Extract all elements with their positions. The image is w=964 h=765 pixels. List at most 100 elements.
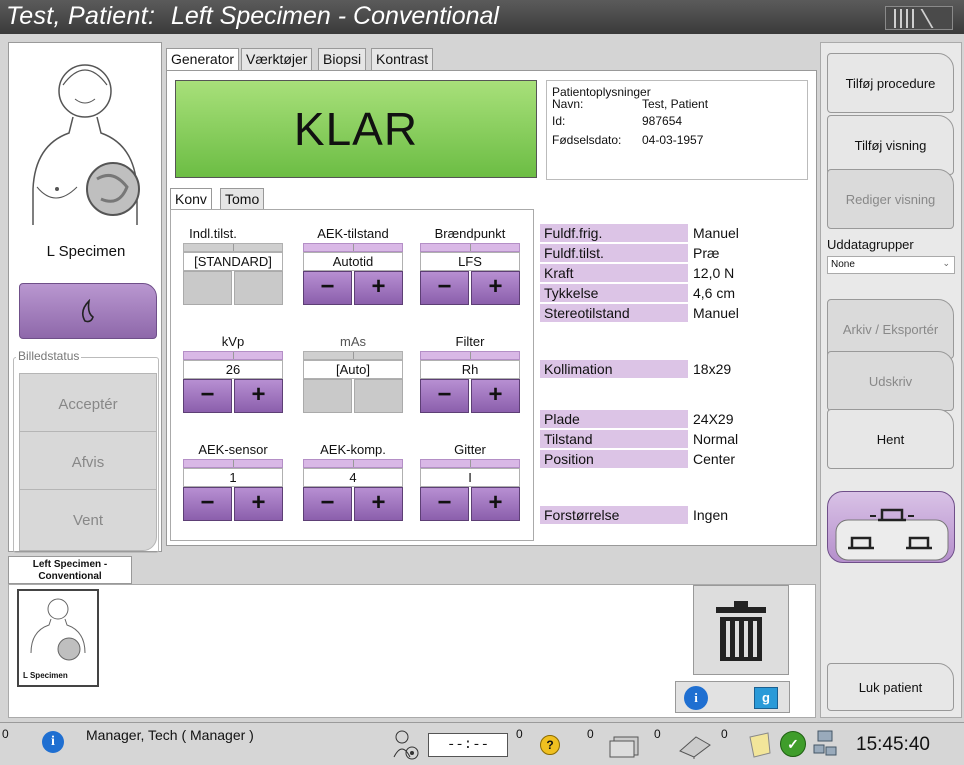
tab-tomo[interactable]: Tomo	[220, 188, 265, 210]
view-name-label: L Specimen	[46, 243, 126, 260]
setting-label: Fuldf.tilst.	[540, 244, 688, 262]
add-view-button[interactable]: Tilføj visning	[827, 115, 954, 175]
paddle-shift-button[interactable]	[827, 491, 955, 563]
print-queue-icon[interactable]	[676, 731, 712, 759]
tab-generator[interactable]: Generator	[166, 48, 240, 71]
filter-label: Filter	[455, 334, 485, 349]
pend-button[interactable]: Vent	[19, 489, 157, 551]
grid-minus-button[interactable]: −	[420, 487, 469, 521]
network-icon[interactable]	[812, 729, 838, 759]
patient-icon[interactable]	[392, 727, 424, 763]
setting-value: Præ	[693, 245, 720, 261]
exposure-timer: --:--	[428, 733, 508, 757]
kvp-plus-button[interactable]: +	[234, 379, 283, 413]
breast-view-icon	[32, 64, 140, 225]
setting-value: Center	[693, 451, 736, 467]
aec-mode-plus-button[interactable]: +	[354, 271, 403, 305]
tab-biopsy[interactable]: Biopsi	[318, 48, 367, 70]
patient-name-title: Test, Patient:	[6, 2, 156, 30]
mas-label: mAs	[340, 334, 366, 349]
left-panel: L Specimen Billedstatus Acceptér Afvis V…	[8, 42, 162, 553]
mode-label: Indl.tilst.	[189, 226, 237, 241]
output-groups-select[interactable]: None ⌄	[827, 256, 955, 274]
aec-comp-value[interactable]: 4	[303, 468, 403, 487]
count-1: 0	[516, 727, 523, 741]
thumbnail-item[interactable]: L Specimen	[17, 589, 99, 687]
reject-button[interactable]: Afvis	[19, 431, 157, 493]
aec-mode-minus-button[interactable]: −	[303, 271, 352, 305]
image-queue-icon[interactable]	[608, 731, 644, 759]
checkmark-icon[interactable]: ✓	[780, 731, 806, 757]
filter-plus-button[interactable]: +	[471, 379, 520, 413]
setting-label: Forstørrelse	[540, 506, 688, 524]
alarm-count: 0	[2, 727, 9, 741]
clock: 15:45:40	[856, 734, 930, 755]
print-button[interactable]: Udskriv	[827, 351, 954, 411]
edit-view-button[interactable]: Rediger visning	[827, 169, 954, 229]
grid-value[interactable]: I	[420, 468, 520, 487]
count-3: 0	[654, 727, 661, 741]
patient-name-label: Navn:	[552, 97, 584, 111]
user-info-icon[interactable]: i	[42, 731, 64, 753]
patient-dob-value: 04-03-1957	[642, 133, 704, 147]
archive-export-button[interactable]: Arkiv / Eksportér	[827, 299, 954, 359]
setting-value: Normal	[693, 431, 739, 447]
notes-icon[interactable]	[746, 731, 774, 759]
mode-value[interactable]: [STANDARD]	[183, 252, 283, 271]
aec-comp-minus-button[interactable]: −	[303, 487, 352, 521]
setting-label: Kollimation	[540, 360, 688, 378]
tab-contrast[interactable]: Kontrast	[371, 48, 434, 70]
patient-dob-label: Fødselsdato:	[552, 133, 622, 147]
aec-sensor-control: 1 − +	[183, 459, 283, 521]
setting-label: Tilstand	[540, 430, 688, 448]
filter-value[interactable]: Rh	[420, 360, 520, 379]
implant-toggle-button[interactable]	[19, 283, 157, 339]
setting-label: Plade	[540, 410, 688, 428]
tab-conventional[interactable]: Konv	[170, 188, 212, 210]
output-groups-value: None	[831, 259, 855, 270]
title-bar: Test, Patient: Left Specimen - Conventio…	[0, 0, 964, 34]
help-icon[interactable]: ?	[540, 735, 560, 755]
grid-plus-button[interactable]: +	[471, 487, 520, 521]
patient-name-value: Test, Patient	[642, 97, 709, 111]
kvp-control: 26 − +	[183, 351, 283, 413]
aec-mode-value[interactable]: Autotid	[303, 252, 403, 271]
current-user: Manager, Tech ( Manager )	[86, 727, 254, 743]
info-toolbar: i g	[675, 681, 790, 713]
focal-spot-plus-button[interactable]: +	[471, 271, 520, 305]
delete-button[interactable]	[693, 585, 789, 675]
mas-control: [Auto]	[303, 351, 403, 413]
kvp-label: kVp	[221, 334, 245, 349]
add-procedure-button[interactable]: Tilføj procedure	[827, 53, 954, 113]
aec-sensor-label: AEK-sensor	[198, 442, 268, 457]
retrieve-button[interactable]: Hent	[827, 409, 954, 469]
focal-spot-minus-button[interactable]: −	[420, 271, 469, 305]
setting-value: Manuel	[693, 225, 739, 241]
procedure-title: Left Specimen - Conventional	[171, 2, 499, 30]
grid-label: Gitter	[454, 442, 486, 457]
info-icon[interactable]: i	[684, 686, 708, 710]
implant-icon	[81, 299, 94, 323]
setting-label: Kraft	[540, 264, 688, 282]
aec-sensor-minus-button[interactable]: −	[183, 487, 232, 521]
tab-tools[interactable]: Værktøjer	[241, 48, 313, 70]
accept-button[interactable]: Acceptér	[19, 373, 157, 435]
setting-value: 12,0 N	[693, 265, 735, 281]
paddle-shift-icon	[835, 508, 949, 561]
focal-spot-value[interactable]: LFS	[420, 252, 520, 271]
aec-sensor-value[interactable]: 1	[183, 468, 283, 487]
sequence-tab[interactable]: Left Specimen - Conventional	[8, 556, 132, 584]
setting-label: Position	[540, 450, 688, 468]
window-control-icon[interactable]	[885, 6, 953, 30]
g-icon[interactable]: g	[754, 687, 778, 709]
aec-sensor-plus-button[interactable]: +	[234, 487, 283, 521]
aec-comp-plus-button[interactable]: +	[354, 487, 403, 521]
kvp-value[interactable]: 26	[183, 360, 283, 379]
focal-spot-control: LFS − +	[420, 243, 520, 305]
filter-minus-button[interactable]: −	[420, 379, 469, 413]
status-bar: 0 i Manager, Tech ( Manager ) --:-- 0 ? …	[0, 722, 964, 765]
mas-value[interactable]: [Auto]	[303, 360, 403, 379]
breast-view-icon	[30, 598, 86, 661]
kvp-minus-button[interactable]: −	[183, 379, 232, 413]
close-patient-button[interactable]: Luk patient	[827, 663, 954, 711]
